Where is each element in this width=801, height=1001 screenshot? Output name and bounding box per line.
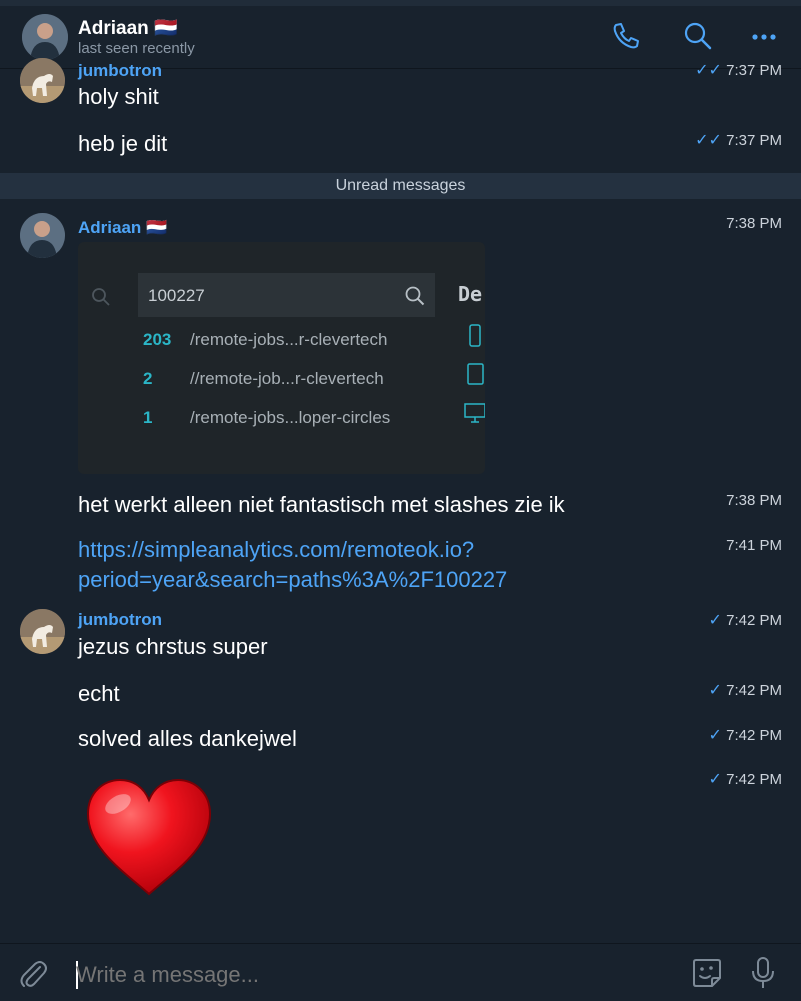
double-check-icon: ✓✓: [695, 62, 722, 79]
message-link-line[interactable]: https://simpleanalytics.com/remoteok.io?: [78, 535, 507, 565]
message-time-text: 7:42 PM: [726, 612, 782, 629]
tablet-device-icon: [466, 362, 485, 391]
message-text: het werkt alleen niet fantastisch met sl…: [78, 492, 565, 517]
message-time: 7:38 PM: [726, 492, 782, 509]
sender-avatar[interactable]: [20, 213, 65, 258]
check-icon: ✓: [708, 727, 722, 744]
sender-avatar[interactable]: [20, 58, 65, 103]
desktop-device-icon: [464, 402, 485, 431]
message-link[interactable]: https://simpleanalytics.com/remoteok.io?…: [78, 535, 507, 595]
message-time: 7:38 PM: [726, 215, 782, 232]
phone-icon[interactable]: [610, 20, 642, 52]
message-text: echt: [78, 681, 120, 706]
contact-avatar[interactable]: [22, 14, 68, 60]
check-icon: ✓: [708, 771, 722, 788]
message-time: ✓✓ 7:37 PM: [692, 130, 782, 150]
unread-divider-label: Unread messages: [335, 177, 466, 194]
sender-name[interactable]: jumbotron: [78, 610, 162, 630]
message-time-text: 7:37 PM: [726, 62, 782, 79]
message-input[interactable]: [76, 960, 596, 990]
message-text: holy shit: [78, 84, 159, 109]
search-icon[interactable]: [682, 20, 714, 52]
message-time: ✓✓ 7:37 PM: [692, 60, 782, 80]
contact-status: last seen recently: [78, 40, 195, 57]
search-icon: [404, 285, 426, 312]
microphone-icon[interactable]: [750, 956, 776, 995]
double-check-icon: ✓✓: [695, 132, 722, 149]
message-text: solved alles dankejwel: [78, 726, 297, 751]
message-link-line[interactable]: period=year&search=paths%3A%2F100227: [78, 565, 507, 595]
sticker-icon[interactable]: [690, 956, 724, 995]
row-path: //remote-job...r-clevertech: [190, 369, 384, 388]
check-icon: ✓: [708, 682, 722, 699]
message-time-text: 7:42 PM: [726, 727, 782, 744]
sender-name[interactable]: Adriaan 🇳🇱: [78, 218, 167, 238]
contact-name[interactable]: Adriaan 🇳🇱: [78, 16, 178, 40]
row-count: 1: [143, 408, 153, 427]
phone-device-icon: [468, 324, 482, 353]
message-time-text: 7:42 PM: [726, 682, 782, 699]
search-icon: [90, 286, 112, 313]
sender-avatar[interactable]: [20, 609, 65, 654]
status-strip: [0, 0, 801, 6]
image-attachment[interactable]: 100227 De 203 /remote-jobs...r-clevertec…: [78, 242, 485, 474]
row-count: 2: [143, 369, 153, 388]
row-path: /remote-jobs...r-clevertech: [190, 330, 388, 349]
sender-name[interactable]: jumbotron: [78, 61, 162, 81]
message-text: jezus chrstus super: [78, 634, 268, 659]
heart-emoji: [84, 776, 214, 905]
image-search-query: 100227: [148, 286, 205, 305]
attach-icon[interactable]: [18, 958, 48, 995]
message-text: heb je dit: [78, 131, 168, 156]
message-time: 7:41 PM: [726, 537, 782, 554]
more-icon[interactable]: [748, 20, 780, 52]
row-path: /remote-jobs...loper-circles: [190, 408, 391, 427]
check-icon: ✓: [708, 612, 722, 629]
image-column-header: De: [458, 282, 483, 306]
row-count: 203: [143, 330, 172, 349]
message-time-text: 7:42 PM: [726, 771, 782, 788]
message-time-text: 7:37 PM: [726, 132, 782, 149]
message-time: ✓ 7:42 PM: [692, 769, 782, 789]
message-time: ✓ 7:42 PM: [692, 725, 782, 745]
message-time: ✓ 7:42 PM: [692, 680, 782, 700]
message-time: ✓ 7:42 PM: [692, 610, 782, 630]
